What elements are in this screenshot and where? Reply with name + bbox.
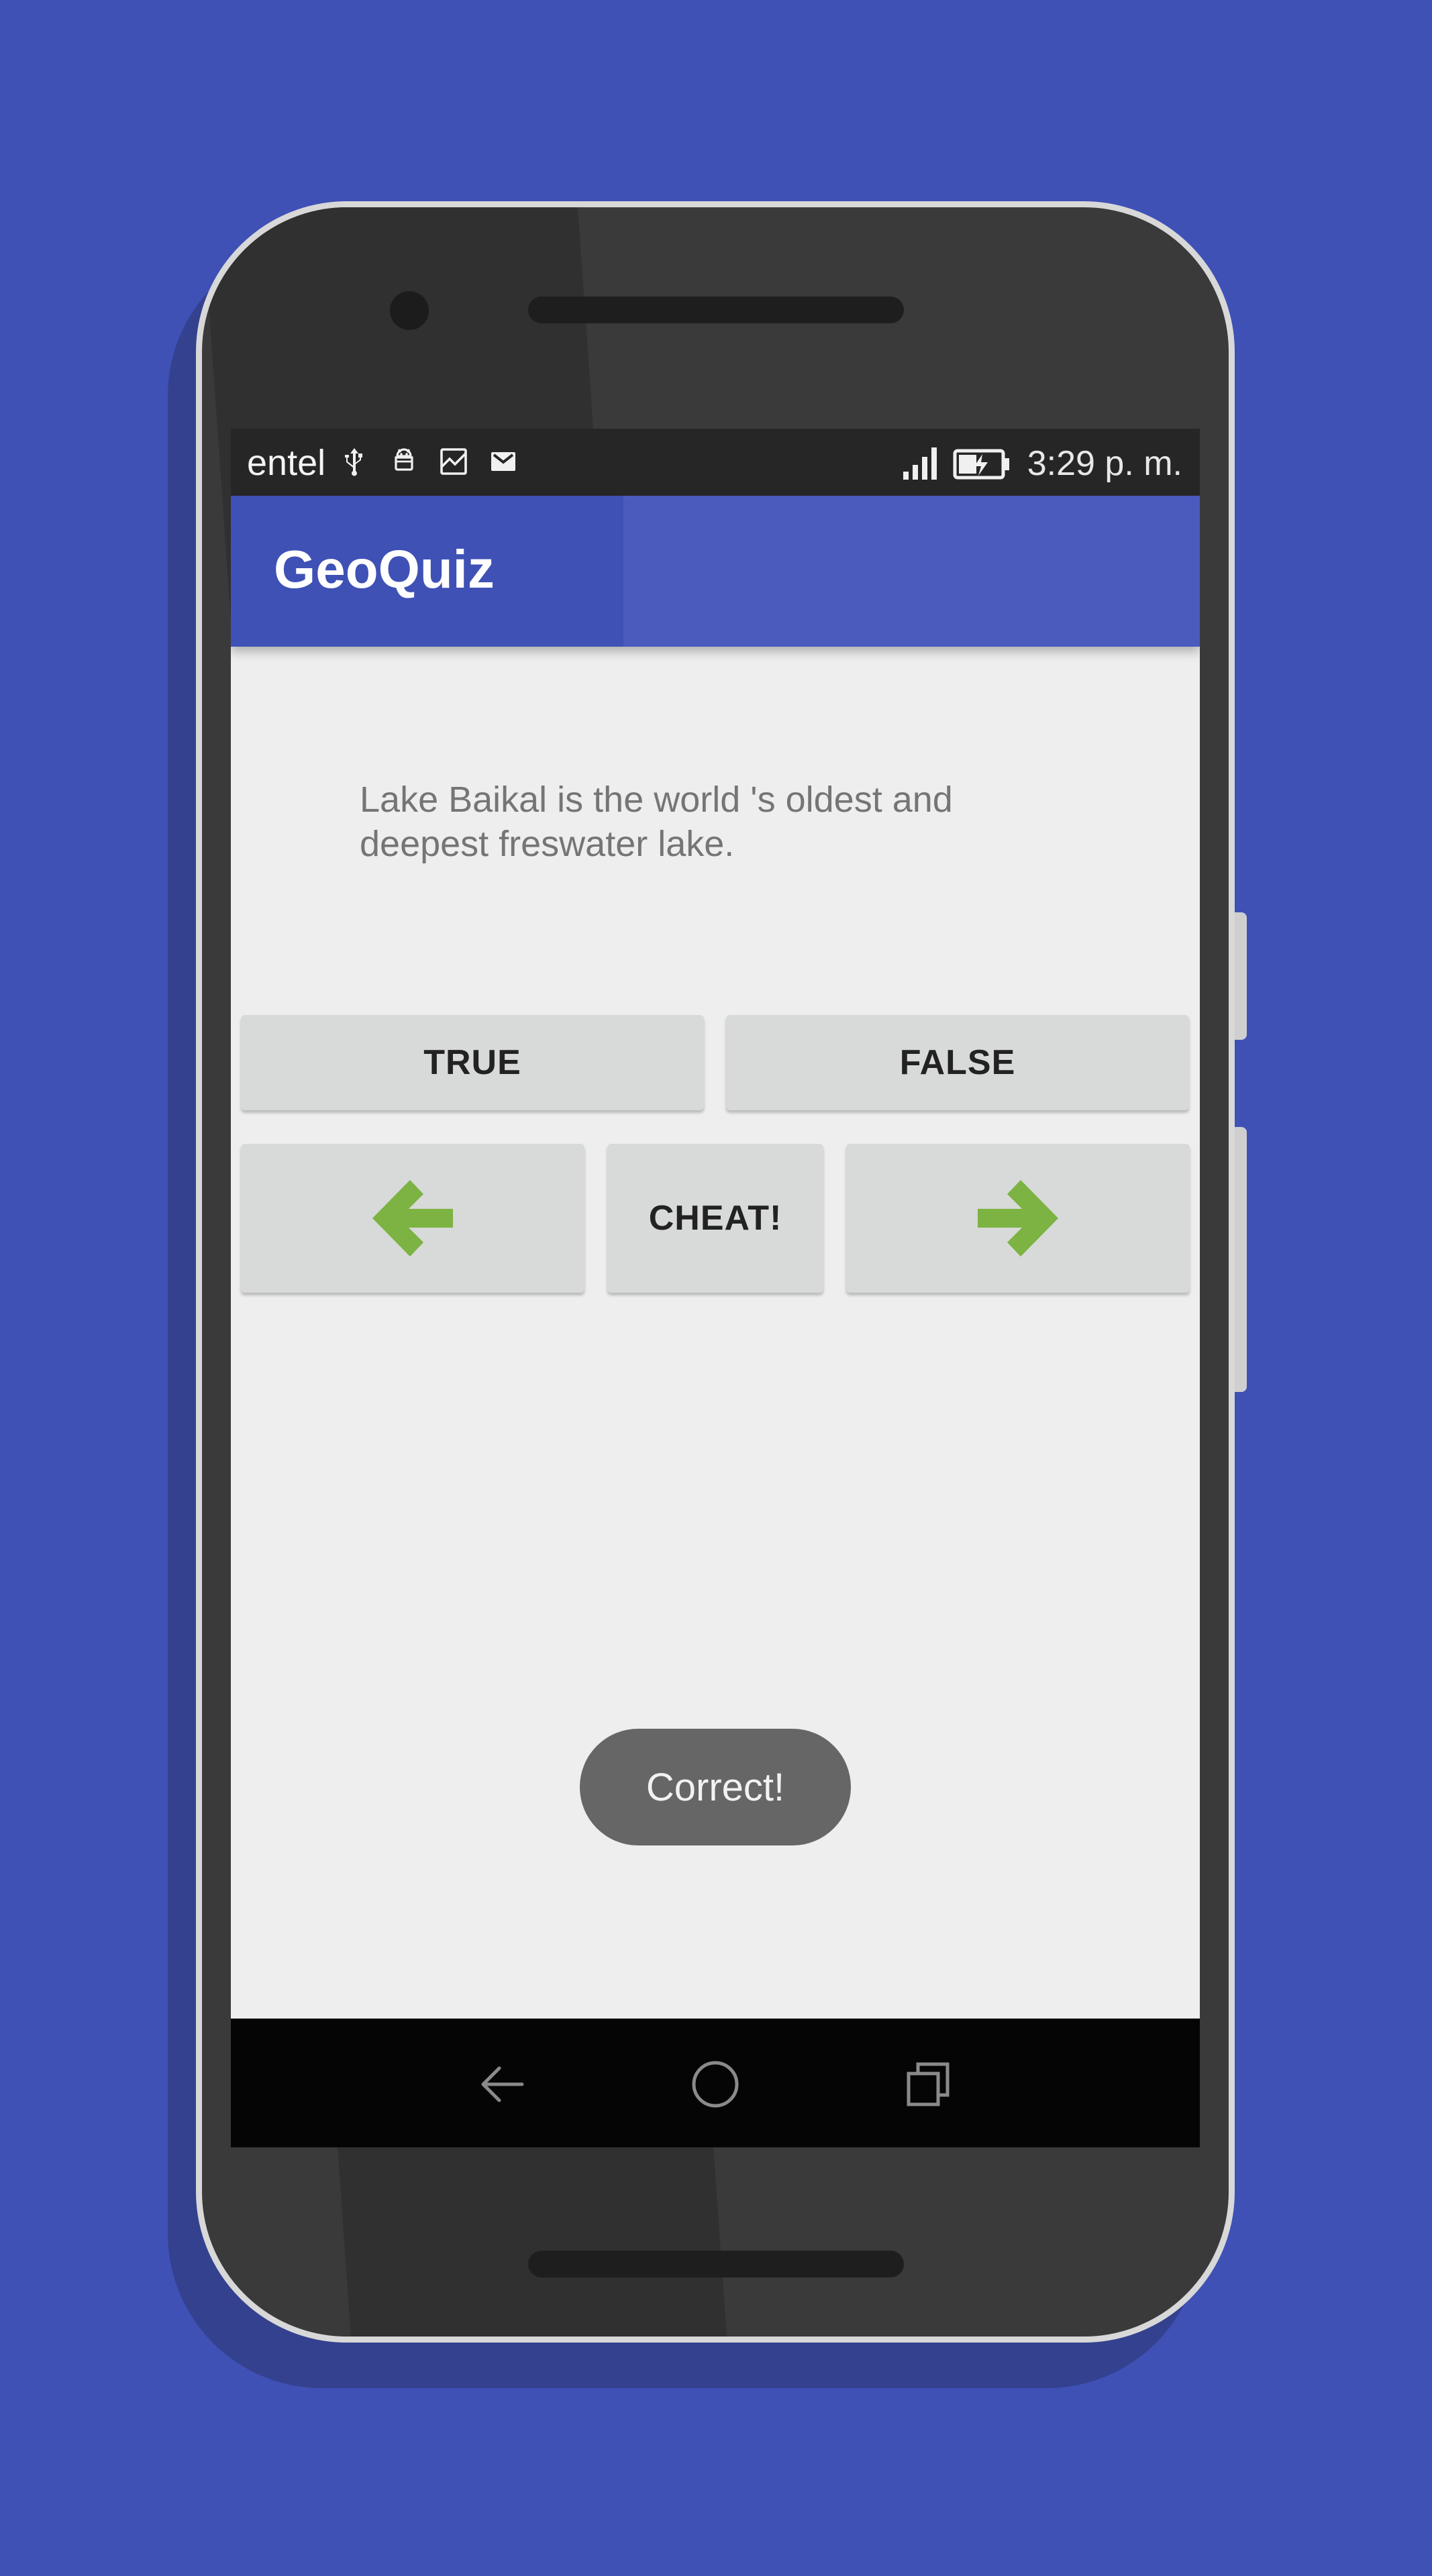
gmail-icon — [491, 452, 515, 471]
question-text: Lake Baikal is the world 's oldest and d… — [360, 780, 953, 864]
front-camera — [390, 291, 429, 330]
usb-icon — [345, 448, 362, 476]
app-bar: GeoQuiz — [231, 496, 1200, 647]
home-icon[interactable] — [688, 2057, 742, 2111]
app-screen: entel 3:29 p. m. GeoQuiz Lake Baikal is … — [231, 429, 1200, 2147]
next-button[interactable] — [846, 1144, 1190, 1293]
android-debug-icon — [395, 448, 413, 471]
app-title: GeoQuiz — [274, 539, 495, 599]
navigation-bar — [231, 2019, 1200, 2147]
previous-button[interactable] — [241, 1144, 584, 1293]
cheat-button[interactable]: CHEAT! — [607, 1144, 823, 1293]
true-button[interactable]: TRUE — [241, 1015, 704, 1110]
clock: 3:29 p. m. — [1027, 444, 1182, 483]
arrow-left-icon — [372, 1180, 453, 1256]
power-button — [1235, 912, 1247, 1040]
carrier-name: entel — [247, 443, 326, 483]
bottom-speaker — [528, 2251, 904, 2277]
signal-icon — [903, 447, 937, 480]
false-button[interactable]: FALSE — [726, 1015, 1189, 1110]
earpiece-speaker — [528, 297, 904, 323]
toast-message: Correct! — [580, 1729, 851, 1845]
back-icon[interactable] — [475, 2057, 529, 2111]
status-bar: entel 3:29 p. m. — [231, 429, 1200, 496]
battery-charging-icon — [953, 449, 1009, 480]
recents-icon[interactable] — [902, 2057, 956, 2111]
image-icon — [440, 448, 467, 475]
volume-button — [1235, 1127, 1247, 1392]
arrow-right-icon — [978, 1180, 1058, 1256]
